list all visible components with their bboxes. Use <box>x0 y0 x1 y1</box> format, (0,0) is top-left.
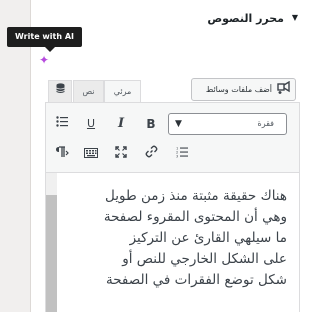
bold-button[interactable]: B <box>141 114 161 134</box>
paragraph-direction-icon[interactable] <box>52 145 72 165</box>
editor-line: هناك حقيقة مثبتة منذ زمن طويل <box>104 188 287 204</box>
editor-scrollbar[interactable] <box>46 173 57 312</box>
underline-button[interactable]: U <box>81 114 101 134</box>
paragraph-format-select[interactable]: ▼ فقرة <box>168 113 287 135</box>
fullscreen-icon[interactable] <box>111 145 131 165</box>
database-icon[interactable] <box>48 80 72 102</box>
tab-visual[interactable]: مرئي <box>104 80 141 102</box>
format-select-value: فقرة <box>257 119 274 128</box>
editor-toolbar: U I B ▼ فقرة 1 2 3 <box>45 102 300 173</box>
tab-text[interactable]: نص <box>73 80 104 102</box>
media-plus-icon <box>277 80 291 98</box>
numbered-list-icon[interactable]: 1 2 3 <box>172 145 192 165</box>
editor-text[interactable]: هناك حقيقة مثبتة منذ زمن طويل وهي أن الم… <box>59 186 287 291</box>
keyboard-icon[interactable] <box>81 145 101 165</box>
link-icon[interactable] <box>141 145 161 165</box>
collapse-caret-icon[interactable]: ▼ <box>292 13 298 22</box>
svg-text:3: 3 <box>176 155 178 159</box>
italic-button[interactable]: I <box>111 114 131 134</box>
write-with-ai-tooltip: Write with AI <box>7 27 83 52</box>
add-media-button[interactable]: أضف ملفات وسائط <box>191 78 296 101</box>
scrollbar-thumb[interactable] <box>46 195 57 312</box>
editor-line: ما سيلهي القارئ عن التركيز <box>129 230 287 246</box>
editor-line: شكل توضع الفقرات في الصفحة <box>105 272 287 288</box>
ai-sparkle-icon[interactable]: ✦ <box>39 53 49 67</box>
editor-content-area[interactable]: هناك حقيقة مثبتة منذ زمن طويل وهي أن الم… <box>45 173 300 312</box>
add-media-label: أضف ملفات وسائط <box>205 85 272 94</box>
panel-title[interactable]: محرر النصوص <box>207 12 284 25</box>
bulleted-list-icon[interactable] <box>52 114 72 134</box>
chevron-down-icon: ▼ <box>175 119 182 129</box>
editor-line: على الشكل الخارجي للنص أو <box>122 251 287 267</box>
editor-line: وهي أن المحتوى المقروء لصفحة <box>103 209 287 225</box>
